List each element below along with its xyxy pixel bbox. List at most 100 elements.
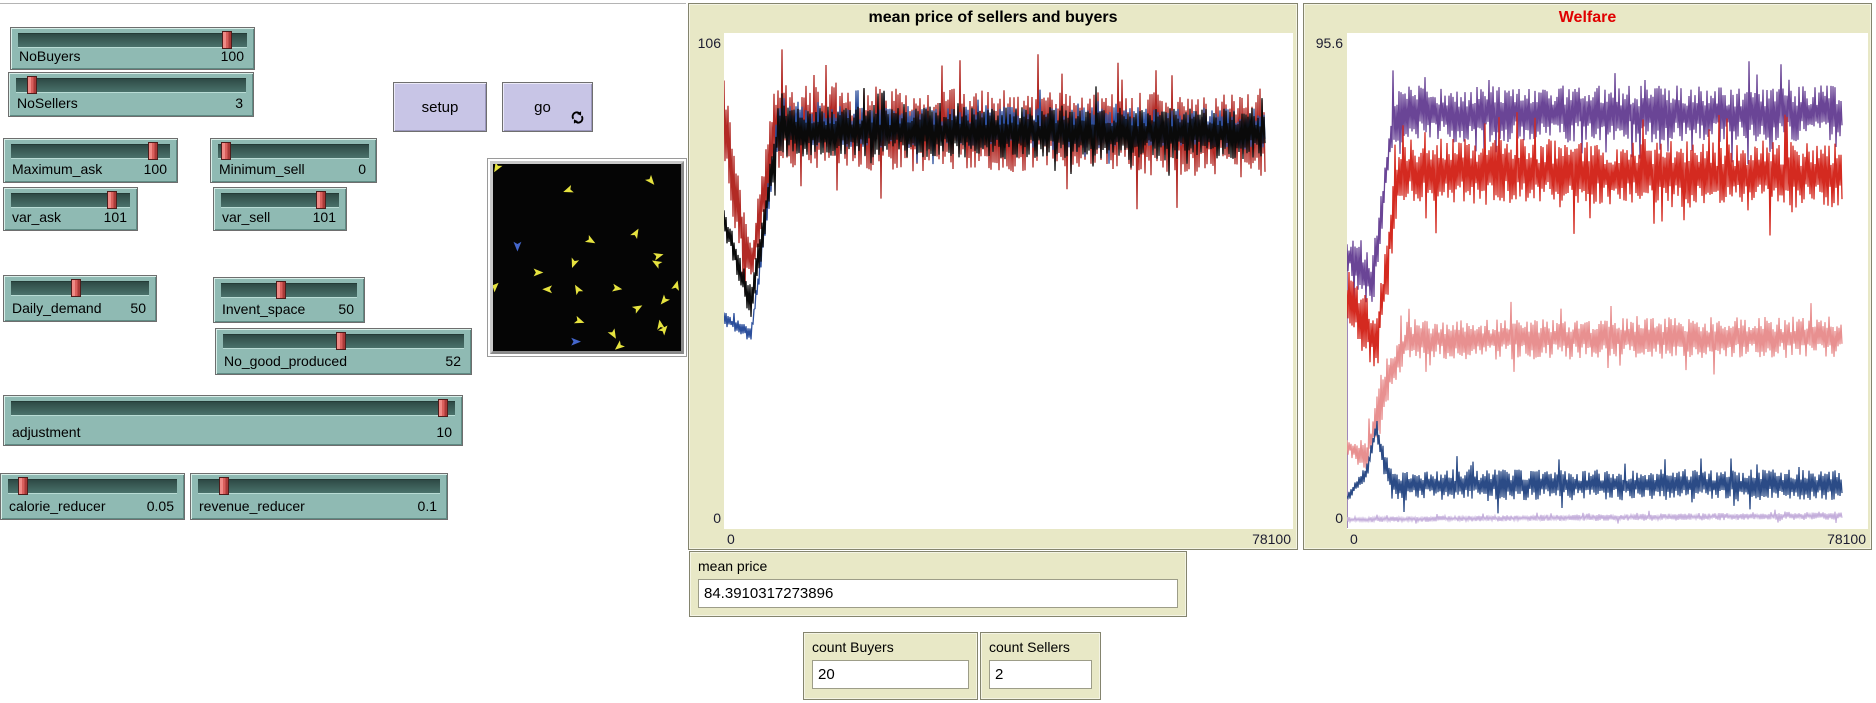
turtle bbox=[572, 283, 584, 295]
slider-value: 0.1 bbox=[418, 498, 437, 514]
netlogo-interface: NoBuyers 100 NoSellers 3 Maximum_ask 100… bbox=[0, 0, 1876, 703]
turtle bbox=[542, 285, 552, 293]
go-button-label: go bbox=[534, 99, 551, 116]
go-button[interactable]: go bbox=[502, 82, 593, 132]
slider-track[interactable] bbox=[221, 283, 357, 298]
slider-thumb[interactable] bbox=[107, 191, 117, 209]
monitor-value-field: 2 bbox=[989, 660, 1092, 689]
plot-canvas bbox=[724, 33, 1293, 529]
slider-revenue-reducer[interactable]: revenue_reducer 0.1 bbox=[190, 473, 448, 520]
monitor-count-buyers: count Buyers 20 bbox=[803, 632, 978, 700]
y-axis-min-label: 0 bbox=[691, 510, 721, 526]
turtle bbox=[658, 295, 670, 307]
slider-var-sell[interactable]: var_sell 101 bbox=[213, 187, 347, 231]
slider-adjustment[interactable]: adjustment 10 bbox=[3, 395, 463, 446]
plot-mean-price: mean price of sellers and buyers 106 0 0… bbox=[688, 3, 1298, 550]
series-welfare-pink bbox=[1347, 302, 1842, 469]
slider-value: 101 bbox=[313, 209, 336, 225]
slider-thumb[interactable] bbox=[219, 477, 229, 495]
slider-thumb[interactable] bbox=[18, 477, 28, 495]
monitor-value: 20 bbox=[818, 666, 835, 683]
turtle bbox=[585, 235, 597, 247]
turtle bbox=[513, 242, 521, 252]
slider-thumb[interactable] bbox=[316, 191, 326, 209]
y-axis-max-label: 106 bbox=[691, 35, 721, 51]
turtle bbox=[612, 340, 625, 351]
turtle bbox=[493, 280, 501, 292]
turtle bbox=[608, 328, 620, 340]
slider-nosellers[interactable]: NoSellers 3 bbox=[8, 72, 254, 117]
turtle bbox=[571, 338, 581, 346]
slider-thumb[interactable] bbox=[336, 332, 346, 350]
slider-label: var_ask bbox=[12, 209, 61, 225]
slider-value: 100 bbox=[221, 48, 244, 64]
monitor-value: 2 bbox=[995, 666, 1003, 683]
slider-label: calorie_reducer bbox=[9, 498, 106, 514]
turtle bbox=[612, 284, 623, 293]
slider-thumb[interactable] bbox=[438, 399, 448, 417]
top-divider bbox=[0, 3, 686, 4]
monitor-label: count Sellers bbox=[989, 639, 1070, 655]
monitor-label: count Buyers bbox=[812, 639, 894, 655]
slider-value: 3 bbox=[235, 95, 243, 111]
monitor-value-field: 84.3910317273896 bbox=[698, 579, 1178, 608]
slider-label: NoBuyers bbox=[19, 48, 80, 64]
slider-track[interactable] bbox=[218, 144, 369, 159]
series-welfare-navy bbox=[1347, 421, 1842, 513]
setup-button-label: setup bbox=[422, 99, 459, 116]
world-canvas bbox=[490, 161, 684, 354]
setup-button[interactable]: setup bbox=[393, 82, 487, 132]
slider-no-good-produced[interactable]: No_good_produced 52 bbox=[215, 328, 472, 375]
forever-icon bbox=[570, 110, 585, 125]
turtle bbox=[671, 279, 681, 290]
slider-track[interactable] bbox=[18, 33, 247, 48]
slider-track[interactable] bbox=[8, 479, 177, 494]
slider-nobuyers[interactable]: NoBuyers 100 bbox=[10, 27, 255, 70]
slider-maximum-ask[interactable]: Maximum_ask 100 bbox=[3, 138, 178, 183]
plot-title: Welfare bbox=[1304, 9, 1871, 27]
series-welfare-purple bbox=[1347, 61, 1842, 528]
slider-value: 0 bbox=[358, 161, 366, 177]
slider-label: Minimum_sell bbox=[219, 161, 305, 177]
slider-track[interactable] bbox=[11, 144, 170, 159]
x-axis-max-label: 78100 bbox=[1827, 531, 1866, 547]
slider-thumb[interactable] bbox=[27, 76, 37, 94]
slider-label: Invent_space bbox=[222, 301, 305, 317]
slider-label: NoSellers bbox=[17, 95, 78, 111]
slider-var-ask[interactable]: var_ask 101 bbox=[3, 187, 138, 231]
slider-thumb[interactable] bbox=[221, 142, 231, 160]
slider-label: No_good_produced bbox=[224, 353, 347, 369]
slider-thumb[interactable] bbox=[71, 279, 81, 297]
slider-value: 101 bbox=[104, 209, 127, 225]
turtle bbox=[653, 250, 664, 260]
x-axis-max-label: 78100 bbox=[1252, 531, 1291, 547]
series-welfare-lavender bbox=[1347, 510, 1842, 524]
slider-label: revenue_reducer bbox=[199, 498, 305, 514]
monitor-count-sellers: count Sellers 2 bbox=[980, 632, 1101, 700]
slider-calorie-reducer[interactable]: calorie_reducer 0.05 bbox=[0, 473, 185, 520]
slider-track[interactable] bbox=[198, 479, 440, 494]
slider-thumb[interactable] bbox=[222, 31, 232, 49]
turtle bbox=[562, 185, 574, 196]
turtle bbox=[493, 164, 502, 174]
slider-minimum-sell[interactable]: Minimum_sell 0 bbox=[210, 138, 377, 183]
slider-invent-space[interactable]: Invent_space 50 bbox=[213, 277, 365, 323]
slider-track[interactable] bbox=[16, 78, 246, 93]
slider-value: 50 bbox=[130, 300, 146, 316]
slider-thumb[interactable] bbox=[148, 142, 158, 160]
slider-label: adjustment bbox=[12, 424, 80, 440]
x-axis-min-label: 0 bbox=[727, 531, 735, 547]
monitor-mean-price: mean price 84.3910317273896 bbox=[689, 551, 1187, 617]
turtle bbox=[574, 316, 586, 327]
x-axis-min-label: 0 bbox=[1350, 531, 1358, 547]
slider-thumb[interactable] bbox=[276, 281, 286, 299]
turtle bbox=[534, 269, 544, 277]
turtle bbox=[645, 175, 657, 187]
slider-label: var_sell bbox=[222, 209, 270, 225]
slider-daily-demand[interactable]: Daily_demand 50 bbox=[3, 275, 157, 322]
turtle bbox=[632, 302, 644, 314]
slider-value: 100 bbox=[144, 161, 167, 177]
plot-canvas bbox=[1347, 33, 1868, 529]
slider-value: 0.05 bbox=[147, 498, 174, 514]
slider-track[interactable] bbox=[11, 401, 455, 416]
